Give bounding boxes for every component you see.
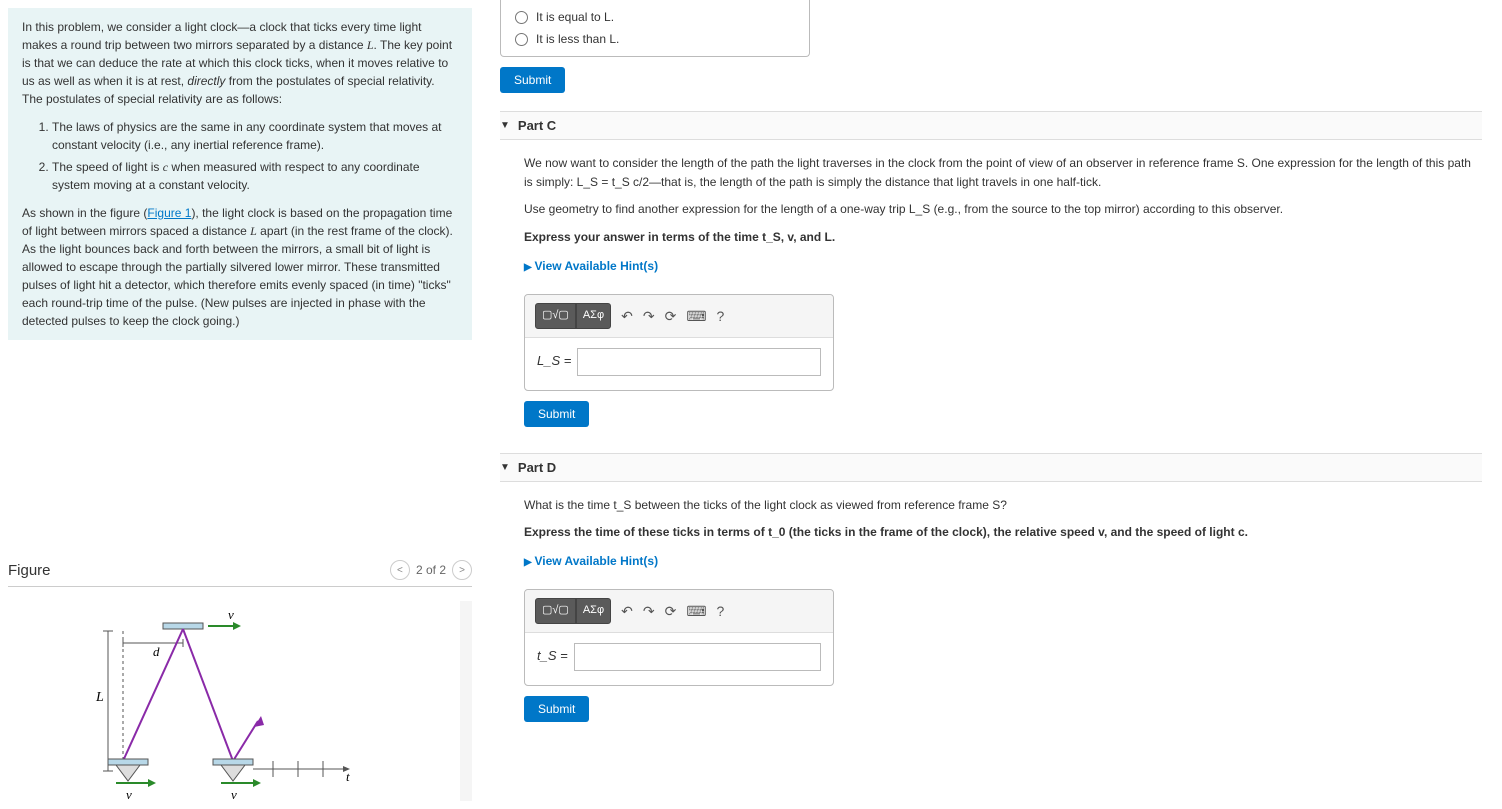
answer-box-d: ▢√▢ ΑΣφ ↶ ↷ ⟳ ⌨ ? t_S = [524,589,834,686]
var-L: L [367,38,374,52]
svg-text:L: L [95,690,104,705]
keyboard-icon[interactable]: ⌨ [686,600,706,622]
submit-button-c[interactable]: Submit [524,401,589,427]
part-c-text2: Use geometry to find another expression … [524,200,1482,219]
redo-icon[interactable]: ↷ [643,305,655,327]
pager-prev-button[interactable]: < [390,560,410,580]
answer-input-c[interactable] [577,348,821,376]
answer-label-c: L_S = [537,351,571,372]
postulate-1: The laws of physics are the same in any … [52,118,458,154]
hints-toggle-c[interactable]: View Available Hint(s) [524,257,658,276]
hints-toggle-d[interactable]: View Available Hint(s) [524,552,658,571]
figure-title: Figure [8,562,51,579]
svg-text:v⃗: v⃗ [231,787,247,802]
greek-button[interactable]: ΑΣφ [576,303,611,329]
submit-button-d[interactable]: Submit [524,696,589,722]
answer-box-c: ▢√▢ ΑΣφ ↶ ↷ ⟳ ⌨ ? L_S = [524,294,834,391]
templates-button[interactable]: ▢√▢ [535,303,576,329]
figure-link[interactable]: Figure 1 [147,206,191,220]
svg-text:d: d [153,644,160,659]
reset-icon[interactable]: ⟳ [665,305,677,327]
part-d-instruct: Express the time of these ticks in terms… [524,523,1482,542]
undo-icon[interactable]: ↶ [621,305,633,327]
part-d-title: Part D [518,460,556,475]
radio-equal-input[interactable] [515,11,528,24]
help-icon[interactable]: ? [717,600,725,622]
help-icon[interactable]: ? [717,305,725,327]
pager-label: 2 of 2 [416,563,446,577]
reset-icon[interactable]: ⟳ [665,600,677,622]
collapse-icon: ▼ [500,120,510,131]
part-c-text1: We now want to consider the length of th… [524,154,1482,192]
svg-text:v⃗: v⃗ [228,607,244,622]
answer-input-d[interactable] [574,643,821,671]
radio-option-equal[interactable]: It is equal to L. [501,6,809,28]
part-d-text1: What is the time t_S between the ticks o… [524,496,1482,515]
undo-icon[interactable]: ↶ [621,600,633,622]
radio-less-input[interactable] [515,33,528,46]
pager-next-button[interactable]: > [452,560,472,580]
collapse-icon: ▼ [500,462,510,473]
problem-intro: In this problem, we consider a light clo… [8,8,472,340]
radio-option-less[interactable]: It is less than L. [501,28,809,50]
redo-icon[interactable]: ↷ [643,600,655,622]
part-c-title: Part C [518,118,556,133]
part-b-tail: It is equal to L. It is less than L. Sub… [500,0,1482,93]
part-d-header[interactable]: ▼ Part D [500,453,1482,482]
greek-button[interactable]: ΑΣφ [576,598,611,624]
answer-label-d: t_S = [537,646,568,667]
templates-button[interactable]: ▢√▢ [535,598,576,624]
submit-button-partb[interactable]: Submit [500,67,565,93]
keyboard-icon[interactable]: ⌨ [686,305,706,327]
figure-diagram: L v⃗ d [8,601,472,801]
intro-text: In this problem, we consider a light clo… [22,20,422,52]
svg-text:v⃗: v⃗ [126,787,142,802]
svg-text:t: t [346,769,350,784]
figure-pager: < 2 of 2 > [390,560,472,580]
part-c-instruct: Express your answer in terms of the time… [524,228,1482,247]
postulate-2: The speed of light is c when measured wi… [52,158,458,194]
part-c-header[interactable]: ▼ Part C [500,111,1482,140]
